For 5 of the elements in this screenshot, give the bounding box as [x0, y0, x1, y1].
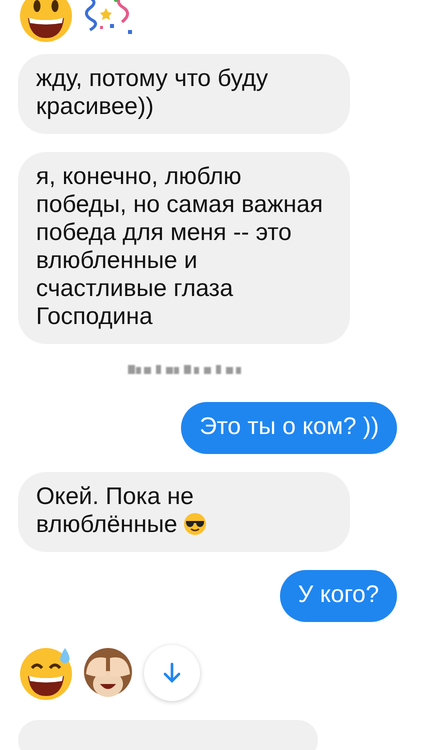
message-bubble: Это ты о ком? )) — [181, 402, 397, 454]
message-bubble: У кого? — [280, 570, 397, 622]
message-bubble: я, конечно, люблю победы, но самая важная победа для меня -- это влюбленные и счастливые глаза Господина — [18, 152, 350, 344]
message-bubble: Окей. Пока не влюблённые — [18, 472, 350, 552]
message-bubble: жду, потому что буду красивее)) — [18, 54, 350, 134]
